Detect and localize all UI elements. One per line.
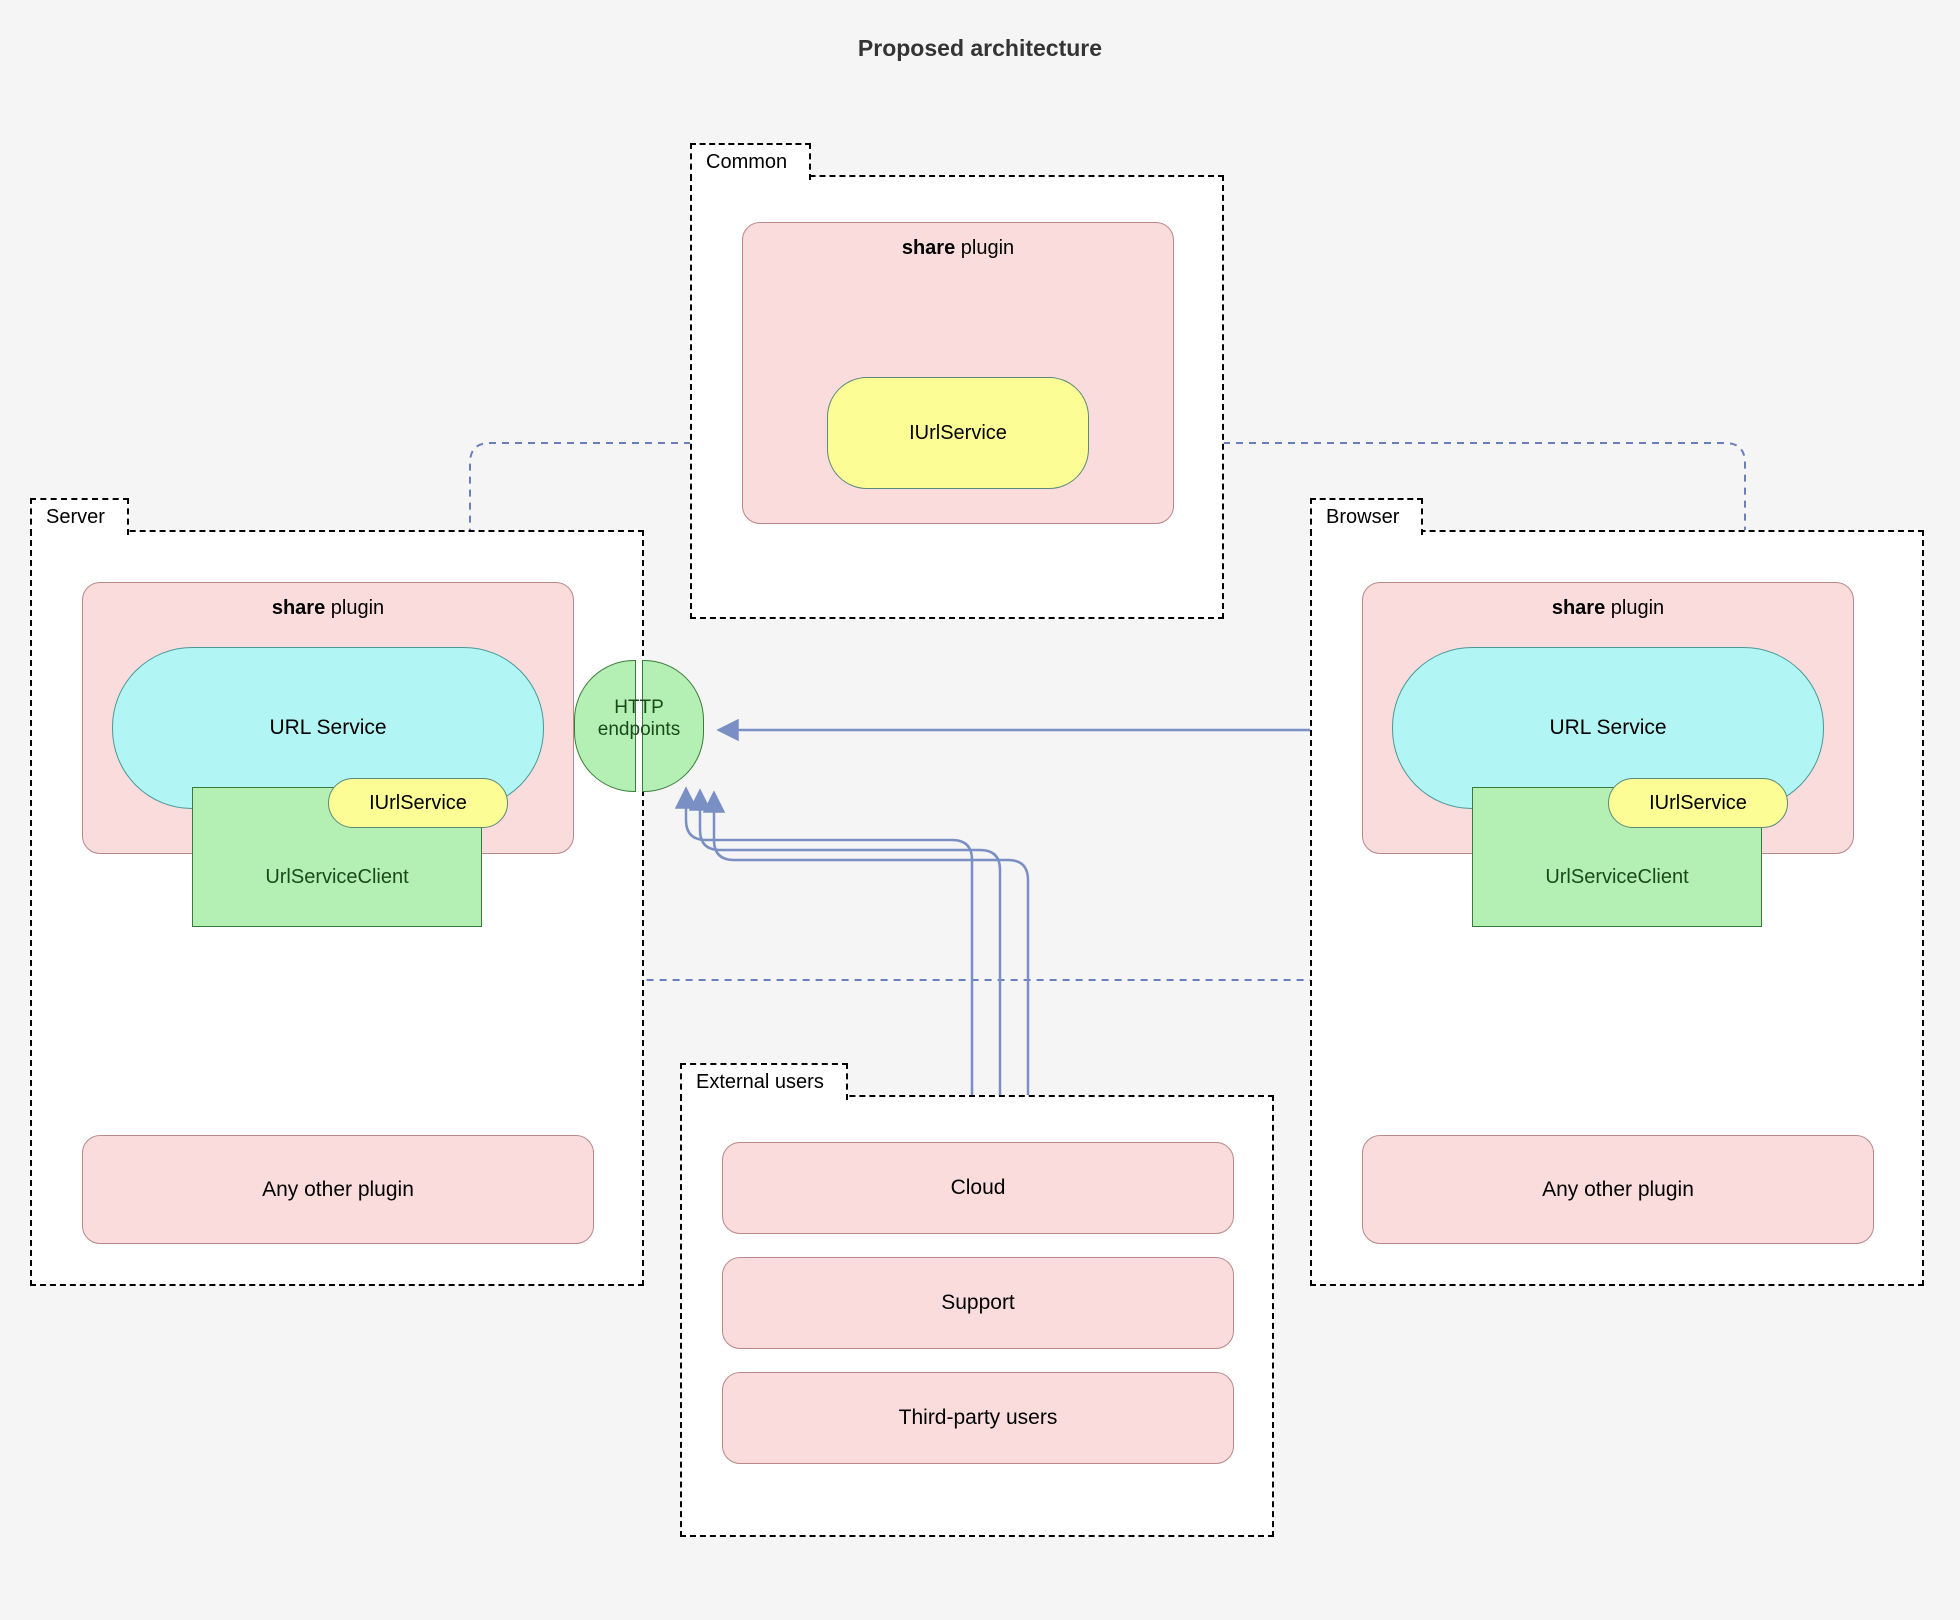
external-third-party: Third-party users <box>722 1372 1234 1464</box>
diagram-canvas: Proposed architecture Common share plugi… <box>0 0 1960 1620</box>
group-server-label: Server <box>30 498 129 535</box>
group-browser: Browser share plugin URL Service UrlServ… <box>1310 530 1924 1286</box>
share-plugin-common-title: share plugin <box>743 223 1173 260</box>
any-other-plugin-browser: Any other plugin <box>1362 1135 1874 1244</box>
share-plugin-server-title: share plugin <box>83 583 573 620</box>
group-common-label: Common <box>690 143 811 180</box>
group-common: Common share plugin IUrlService <box>690 175 1224 619</box>
group-server: Server share plugin URL Service UrlServi… <box>30 530 644 1286</box>
group-browser-label: Browser <box>1310 498 1423 535</box>
diagram-title: Proposed architecture <box>0 35 1960 62</box>
group-external-label: External users <box>680 1063 848 1100</box>
external-support: Support <box>722 1257 1234 1349</box>
external-cloud: Cloud <box>722 1142 1234 1234</box>
http-endpoints-label: HTTPendpoints <box>574 697 704 741</box>
share-plugin-browser-title: share plugin <box>1363 583 1853 620</box>
iurlservice-common: IUrlService <box>827 377 1089 489</box>
iurlservice-browser: IUrlService <box>1608 778 1788 828</box>
iurlservice-server: IUrlService <box>328 778 508 828</box>
group-external: External users Cloud Support Third-party… <box>680 1095 1274 1537</box>
any-other-plugin-server: Any other plugin <box>82 1135 594 1244</box>
